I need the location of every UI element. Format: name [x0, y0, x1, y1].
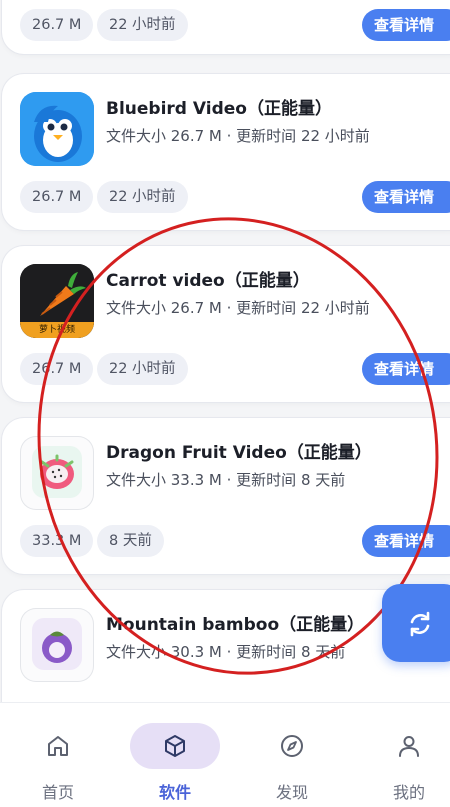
view-details-button[interactable]: 查看详情: [362, 9, 450, 41]
mangosteen-app-icon: [20, 608, 94, 682]
time-chip: 8 天前: [97, 525, 164, 557]
nav-label: 发现: [275, 783, 308, 802]
app-meta: 文件大小 26.7 M · 更新时间 22 小时前: [106, 127, 370, 145]
app-card[interactable]: 26.7 M 22 小时前 查看详情: [2, 0, 450, 54]
view-details-button[interactable]: 查看详情: [362, 181, 450, 213]
app-card[interactable]: Dragon Fruit Video（正能量） 文件大小 33.3 M · 更新…: [2, 418, 450, 574]
view-details-button[interactable]: 查看详情: [362, 353, 450, 385]
nav-label: 我的: [392, 783, 425, 802]
app-meta: 文件大小 26.7 M · 更新时间 22 小时前: [106, 299, 370, 317]
time-chip: 22 小时前: [97, 181, 188, 213]
home-icon: [48, 736, 68, 756]
nav-item-discover[interactable]: 发现: [247, 703, 337, 807]
dragon-fruit-app-icon: [20, 436, 94, 510]
user-icon: [399, 736, 419, 757]
app-name: Carrot video（正能量）: [106, 271, 310, 291]
nav-item-mine[interactable]: 我的: [364, 703, 450, 807]
app-name: Mountain bamboo（正能量）: [106, 615, 365, 635]
nav-label: 软件: [158, 783, 191, 802]
carrot-app-icon: 萝卜视频: [20, 264, 94, 338]
app-card[interactable]: 萝卜视频 Carrot video（正能量） 文件大小 26.7 M · 更新时…: [2, 246, 450, 402]
refresh-button[interactable]: [382, 584, 450, 662]
nav-item-software[interactable]: 软件: [130, 703, 220, 807]
bluebird-app-icon: [20, 92, 94, 166]
time-chip: 22 小时前: [97, 9, 188, 41]
nav-label: 首页: [41, 783, 74, 802]
size-chip: 33.3 M: [20, 525, 94, 557]
app-meta: 文件大小 30.3 M · 更新时间 8 天前: [106, 643, 346, 661]
size-chip: 26.7 M: [20, 181, 94, 213]
app-card[interactable]: Bluebird Video（正能量） 文件大小 26.7 M · 更新时间 2…: [2, 74, 450, 230]
time-chip: 22 小时前: [97, 353, 188, 385]
size-chip: 26.7 M: [20, 353, 94, 385]
app-name: Dragon Fruit Video（正能量）: [106, 443, 372, 463]
app-meta: 文件大小 33.3 M · 更新时间 8 天前: [106, 471, 346, 489]
view-details-button[interactable]: 查看详情: [362, 525, 450, 557]
app-name: Bluebird Video（正能量）: [106, 99, 332, 119]
refresh-icon: [410, 611, 430, 637]
bottom-nav: 首页 软件 发现 我的: [0, 702, 450, 807]
cube-icon: [165, 735, 185, 757]
compass-icon: [281, 735, 303, 757]
nav-item-home[interactable]: 首页: [13, 703, 103, 807]
size-chip: 26.7 M: [20, 9, 94, 41]
app-icon-caption: 萝卜视频: [38, 325, 75, 335]
